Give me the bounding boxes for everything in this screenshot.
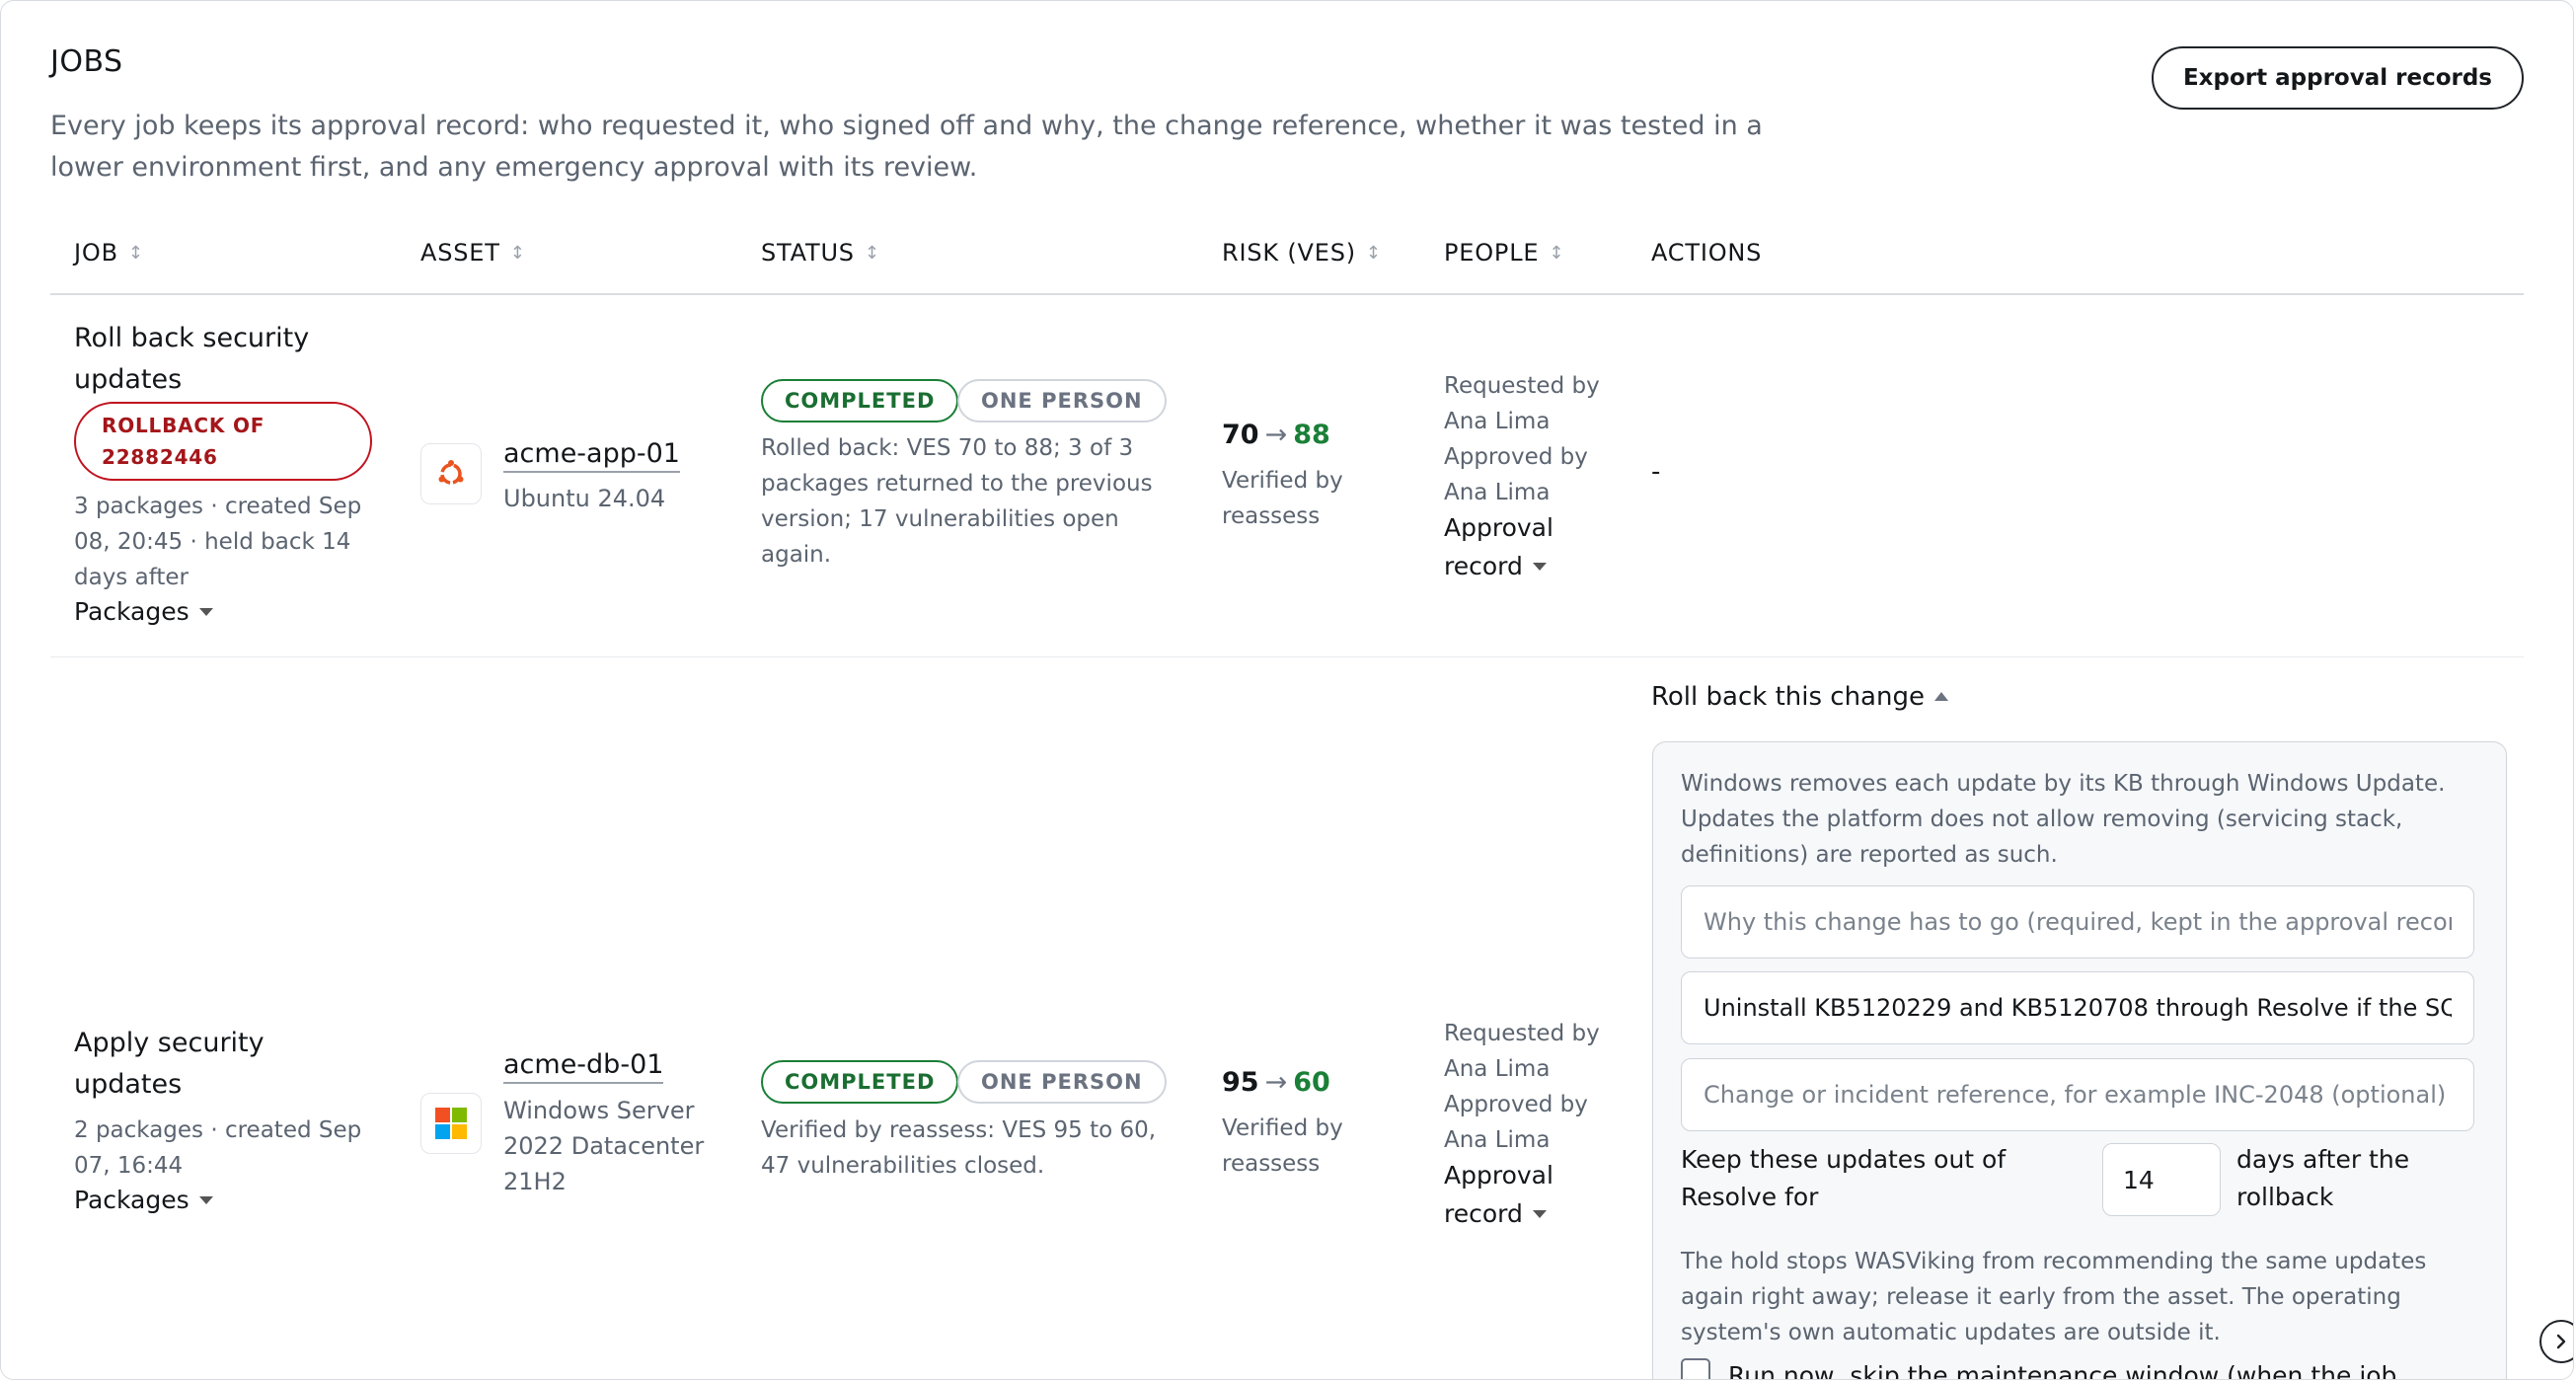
rollback-reason-input[interactable] (1681, 885, 2474, 959)
chevron-right-icon (2556, 1334, 2566, 1349)
column-header-asset[interactable]: ASSET ↕ (420, 239, 526, 267)
packages-toggle[interactable]: Packages (74, 597, 213, 626)
sort-icon: ↕ (509, 243, 526, 264)
rollback-badge: ROLLBACK OF 22882446 (74, 402, 372, 481)
row-divider (50, 656, 2524, 657)
people-info: Requested by Ana Lima Approved by Ana Li… (1444, 373, 1600, 505)
rollback-panel: Windows removes each update by its KB th… (1652, 741, 2507, 1379)
asset-link[interactable]: acme-app-01 (503, 437, 680, 473)
chevron-down-icon (198, 1196, 213, 1204)
asset-link[interactable]: acme-db-01 (503, 1048, 664, 1084)
risk-score: 95 → 60 (1222, 1067, 1330, 1098)
sort-icon: ↕ (1549, 243, 1565, 264)
page-description: Every job keeps its approval record: who… (50, 111, 1763, 183)
status-text: Verified by reassess: VES 95 to 60, 47 v… (761, 1117, 1157, 1179)
approval-record-toggle[interactable]: Approval record (1444, 508, 1553, 585)
asset-os: Ubuntu 24.04 (503, 485, 666, 512)
page-title: JOBS (50, 44, 123, 79)
approval-record-toggle[interactable]: Approval record (1444, 1156, 1553, 1233)
checkbox-icon (1681, 1358, 1710, 1379)
risk-verified: Verified by reassess (1222, 1115, 1343, 1177)
rollback-info: Windows removes each update by its KB th… (1681, 771, 2446, 868)
status-text: Rolled back: VES 70 to 88; 3 of 3 packag… (761, 435, 1153, 568)
chevron-up-icon (1933, 692, 1948, 701)
packages-toggle[interactable]: Packages (74, 1186, 213, 1214)
rollback-toggle[interactable]: Roll back this change (1651, 682, 1948, 712)
hold-suffix: days after the rollback (2236, 1145, 2410, 1211)
chevron-down-icon (1532, 1210, 1547, 1218)
status-badge: COMPLETED (761, 379, 959, 422)
export-approval-records-button[interactable]: Export approval records (2151, 46, 2524, 110)
rollback-plan-input[interactable] (1681, 971, 2474, 1044)
mode-badge: ONE PERSON (957, 1060, 1167, 1104)
sort-icon: ↕ (1365, 243, 1382, 264)
job-meta: 2 packages · created Sep 07, 16:44 (74, 1117, 362, 1179)
risk-score: 70 → 88 (1222, 420, 1330, 450)
ubuntu-icon (420, 443, 482, 504)
risk-verified: Verified by reassess (1222, 468, 1343, 529)
hold-note: The hold stops WASViking from recommendi… (1681, 1249, 2427, 1345)
scroll-right-button[interactable] (2539, 1320, 2573, 1363)
column-header-people[interactable]: PEOPLE ↕ (1444, 239, 1564, 267)
run-now-checkbox[interactable]: Run now, skip the maintenance window (wh… (1681, 1358, 2396, 1379)
windows-icon (420, 1093, 482, 1154)
sort-icon: ↕ (864, 243, 880, 264)
asset-os: Windows Server 2022 Datacenter 21H2 (503, 1097, 705, 1195)
chevron-down-icon (198, 608, 213, 616)
change-reference-input[interactable] (1681, 1058, 2474, 1131)
chevron-down-icon (1532, 563, 1547, 571)
mode-badge: ONE PERSON (957, 379, 1167, 422)
people-info: Requested by Ana Lima Approved by Ana Li… (1444, 1021, 1600, 1153)
column-header-status[interactable]: STATUS ↕ (761, 239, 880, 267)
status-badge: COMPLETED (761, 1060, 959, 1104)
job-title[interactable]: Apply security updates (74, 1023, 265, 1106)
header-divider (50, 293, 2524, 295)
column-header-job[interactable]: JOB ↕ (74, 239, 144, 267)
column-header-actions: ACTIONS (1651, 239, 1763, 267)
sort-icon: ↕ (127, 243, 144, 264)
job-meta: 3 packages · created Sep 08, 20:45 · hel… (74, 494, 362, 590)
job-title[interactable]: Roll back security updates (74, 318, 309, 401)
hold-days-input[interactable] (2102, 1143, 2221, 1216)
column-header-risk[interactable]: RISK (VES) ↕ (1222, 239, 1382, 267)
hold-label: Keep these updates out of Resolve for (1681, 1145, 2007, 1211)
actions-empty: - (1651, 457, 1661, 487)
jobs-page: JOBS Every job keeps its approval record… (0, 0, 2574, 1380)
